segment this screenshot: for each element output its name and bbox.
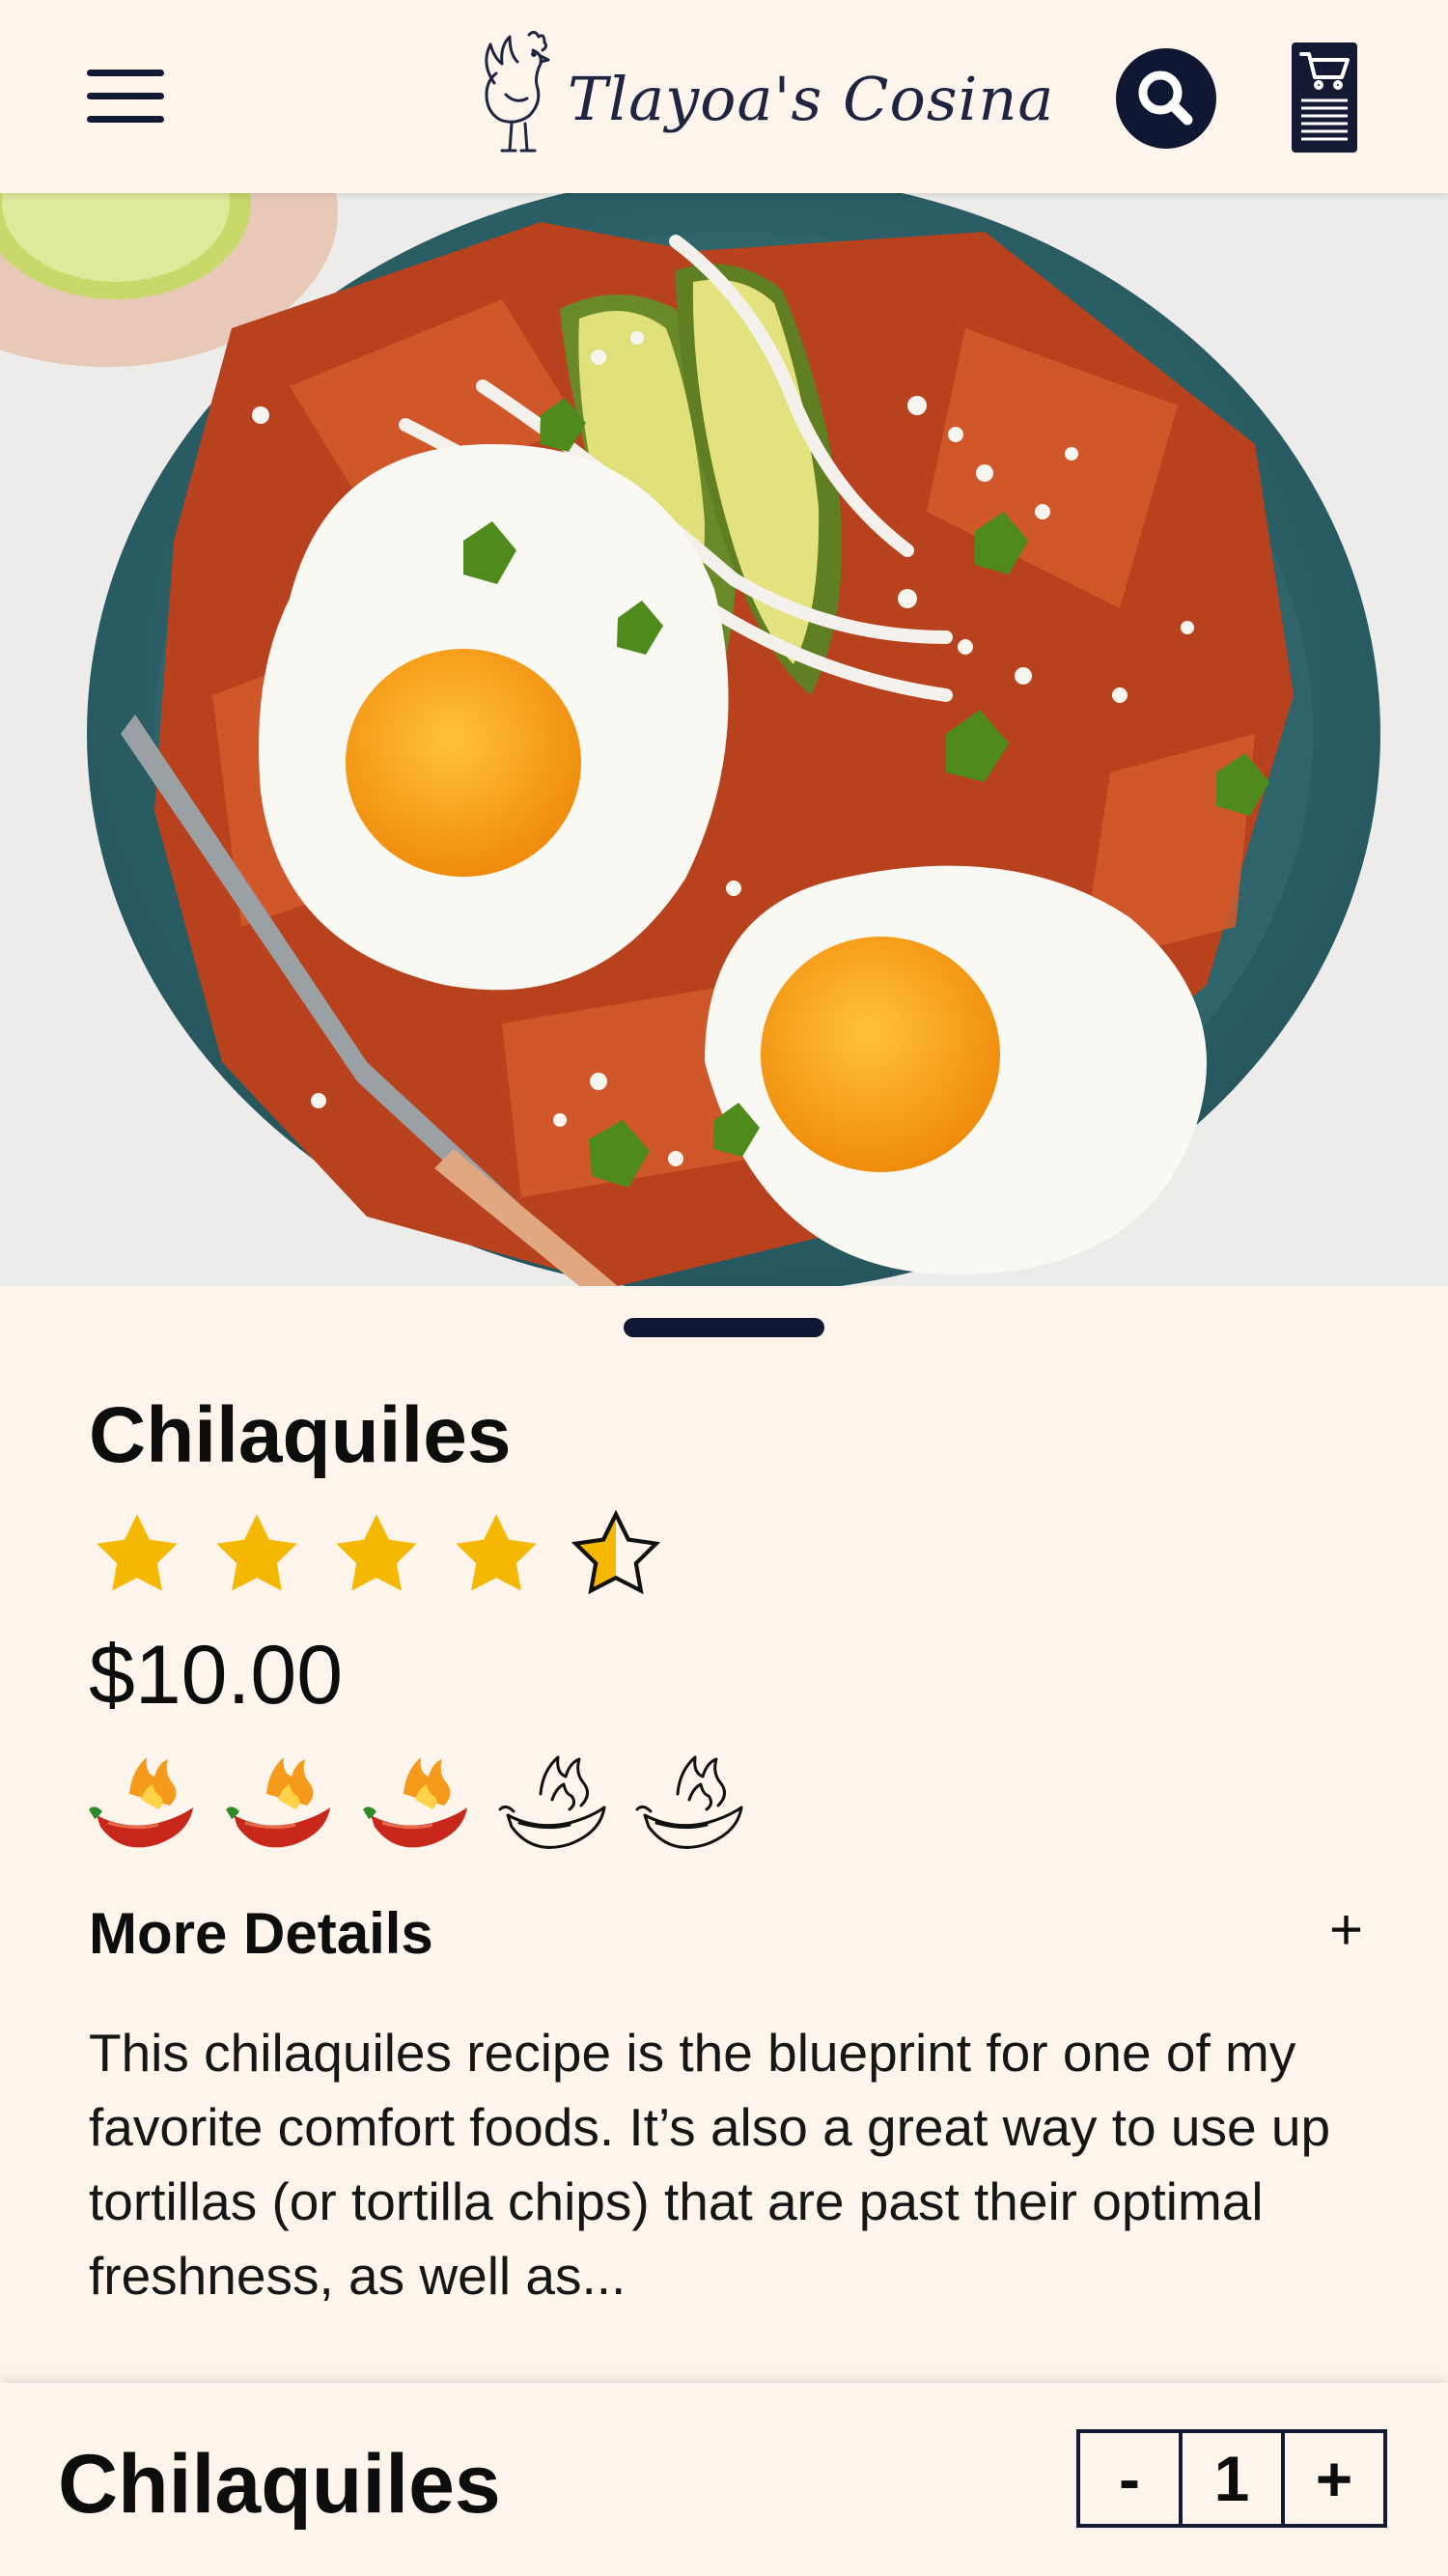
brand-name: Tlayoa's Cosina [568, 64, 1055, 134]
order-bar: Chilaquiles - 1 + [0, 2383, 1448, 2576]
cart-button[interactable] [1290, 41, 1359, 154]
search-button[interactable] [1116, 48, 1216, 149]
more-details-label: More Details [89, 1901, 433, 1966]
search-icon [1138, 70, 1193, 126]
product-description: This chilaquiles recipe is the blueprint… [89, 2023, 1331, 2306]
star-rating [89, 1506, 664, 1603]
increment-button[interactable]: + [1281, 2433, 1383, 2524]
order-bar-title: Chilaquiles [58, 2438, 501, 2531]
star-full-icon [456, 1514, 537, 1591]
quantity-stepper: - 1 + [1076, 2429, 1387, 2528]
top-navigation-bar: Tlayoa's Cosina [0, 0, 1448, 193]
product-photo [0, 193, 1448, 1286]
expand-plus-icon[interactable]: + [1329, 1896, 1363, 1963]
spice-level [87, 1746, 747, 1852]
star-full-icon [336, 1514, 417, 1591]
product-title: Chilaquiles [89, 1391, 512, 1479]
quantity-value[interactable]: 1 [1179, 2433, 1281, 2524]
rooster-icon [485, 30, 550, 153]
product-price: $10.00 [89, 1629, 344, 1722]
star-full-icon [216, 1514, 297, 1591]
drag-handle[interactable] [624, 1318, 824, 1337]
hot-pepper-icon [363, 1757, 467, 1848]
star-half-icon [571, 1509, 661, 1595]
brand-logo[interactable]: Tlayoa's Cosina [473, 27, 1053, 162]
pepper-outline-icon [635, 1755, 743, 1849]
hamburger-menu-icon[interactable] [79, 60, 172, 133]
pepper-outline-icon [498, 1755, 606, 1849]
decrement-button[interactable]: - [1080, 2433, 1179, 2524]
star-full-icon [97, 1514, 178, 1591]
hot-pepper-icon [89, 1757, 193, 1848]
hot-pepper-icon [226, 1757, 330, 1848]
more-details-toggle[interactable]: More Details + [89, 1897, 1363, 1968]
shopping-cart-icon [1292, 42, 1357, 153]
